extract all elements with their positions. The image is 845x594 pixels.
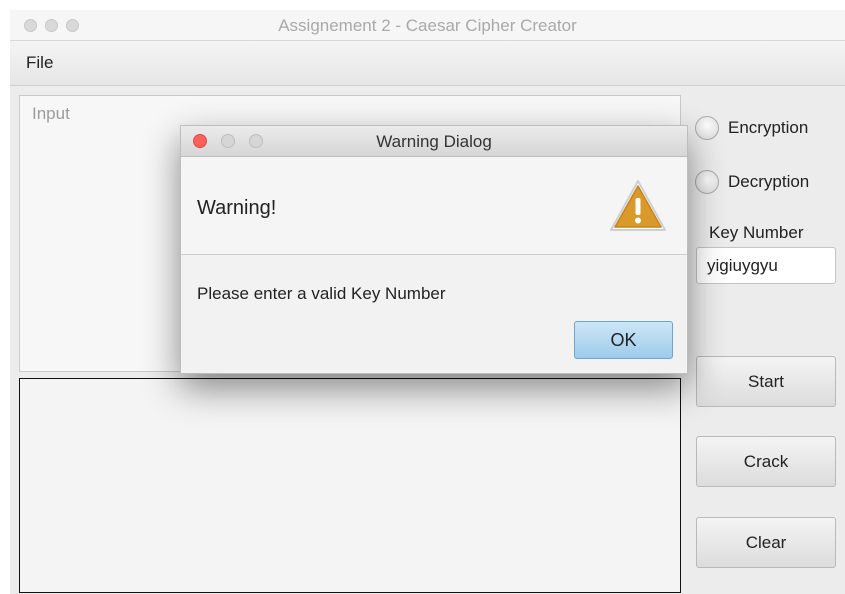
- output-textarea[interactable]: [19, 378, 681, 593]
- decryption-label: Decryption: [728, 172, 810, 191]
- key-number-input[interactable]: [696, 247, 836, 284]
- dialog-header: Warning!: [181, 157, 687, 255]
- ok-button[interactable]: OK: [574, 321, 673, 359]
- dialog-message: Please enter a valid Key Number: [197, 284, 446, 303]
- warning-triangle-icon: [610, 180, 666, 231]
- dialog-titlebar[interactable]: Warning Dialog: [181, 126, 687, 157]
- dialog-heading: Warning!: [197, 197, 277, 219]
- dialog-title: Warning Dialog: [376, 132, 492, 151]
- clear-button[interactable]: Clear: [696, 517, 836, 568]
- key-number-label: Key Number: [709, 223, 804, 242]
- window-titlebar[interactable]: Assignement 2 - Caesar Cipher Creator: [10, 10, 845, 41]
- crack-button[interactable]: Crack: [696, 436, 836, 487]
- warning-dialog: Warning Dialog Warning! Please enter a v…: [180, 125, 688, 374]
- menu-file[interactable]: File: [26, 53, 53, 73]
- start-button[interactable]: Start: [696, 356, 836, 407]
- decryption-radio[interactable]: [695, 170, 719, 194]
- window-title: Assignement 2 - Caesar Cipher Creator: [278, 16, 577, 35]
- encryption-label: Encryption: [728, 118, 809, 137]
- input-placeholder: Input: [32, 104, 70, 123]
- menu-bar: File: [10, 41, 845, 86]
- encryption-radio[interactable]: [695, 116, 719, 140]
